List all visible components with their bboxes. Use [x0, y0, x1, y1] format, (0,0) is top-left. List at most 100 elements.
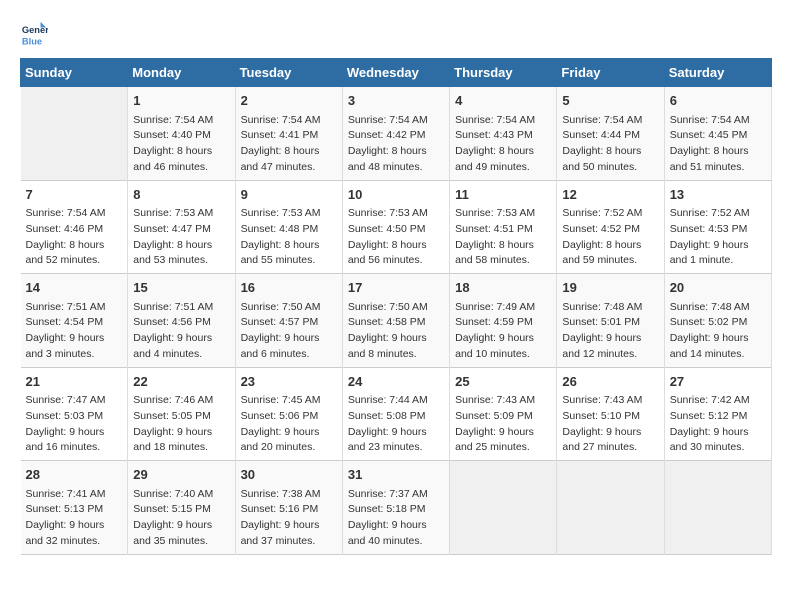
day-info: Sunrise: 7:53 AMSunset: 4:50 PMDaylight:…	[348, 206, 444, 269]
day-number: 12	[562, 185, 658, 205]
day-info: Sunrise: 7:50 AMSunset: 4:57 PMDaylight:…	[241, 300, 337, 363]
day-number: 6	[670, 91, 766, 111]
day-info: Sunrise: 7:44 AMSunset: 5:08 PMDaylight:…	[348, 393, 444, 456]
calendar-cell: 25Sunrise: 7:43 AMSunset: 5:09 PMDayligh…	[450, 367, 557, 461]
header-day-monday: Monday	[128, 59, 235, 87]
calendar-cell	[557, 461, 664, 555]
calendar-week-row: 14Sunrise: 7:51 AMSunset: 4:54 PMDayligh…	[21, 274, 772, 368]
header-day-sunday: Sunday	[21, 59, 128, 87]
calendar-cell	[664, 461, 771, 555]
calendar-cell: 12Sunrise: 7:52 AMSunset: 4:52 PMDayligh…	[557, 180, 664, 274]
calendar-cell: 15Sunrise: 7:51 AMSunset: 4:56 PMDayligh…	[128, 274, 235, 368]
day-info: Sunrise: 7:50 AMSunset: 4:58 PMDaylight:…	[348, 300, 444, 363]
day-info: Sunrise: 7:46 AMSunset: 5:05 PMDaylight:…	[133, 393, 229, 456]
day-number: 13	[670, 185, 766, 205]
header-day-saturday: Saturday	[664, 59, 771, 87]
day-number: 9	[241, 185, 337, 205]
calendar-cell	[450, 461, 557, 555]
day-info: Sunrise: 7:53 AMSunset: 4:47 PMDaylight:…	[133, 206, 229, 269]
day-number: 31	[348, 465, 444, 485]
calendar-cell: 17Sunrise: 7:50 AMSunset: 4:58 PMDayligh…	[342, 274, 449, 368]
day-info: Sunrise: 7:42 AMSunset: 5:12 PMDaylight:…	[670, 393, 766, 456]
day-number: 7	[26, 185, 123, 205]
calendar-cell: 16Sunrise: 7:50 AMSunset: 4:57 PMDayligh…	[235, 274, 342, 368]
day-number: 20	[670, 278, 766, 298]
day-number: 27	[670, 372, 766, 392]
day-number: 28	[26, 465, 123, 485]
calendar-cell: 23Sunrise: 7:45 AMSunset: 5:06 PMDayligh…	[235, 367, 342, 461]
header-day-friday: Friday	[557, 59, 664, 87]
calendar-week-row: 28Sunrise: 7:41 AMSunset: 5:13 PMDayligh…	[21, 461, 772, 555]
calendar-cell: 2Sunrise: 7:54 AMSunset: 4:41 PMDaylight…	[235, 87, 342, 181]
calendar-week-row: 7Sunrise: 7:54 AMSunset: 4:46 PMDaylight…	[21, 180, 772, 274]
calendar-cell: 1Sunrise: 7:54 AMSunset: 4:40 PMDaylight…	[128, 87, 235, 181]
calendar-cell: 27Sunrise: 7:42 AMSunset: 5:12 PMDayligh…	[664, 367, 771, 461]
header-day-thursday: Thursday	[450, 59, 557, 87]
calendar-cell: 18Sunrise: 7:49 AMSunset: 4:59 PMDayligh…	[450, 274, 557, 368]
day-number: 8	[133, 185, 229, 205]
day-info: Sunrise: 7:43 AMSunset: 5:09 PMDaylight:…	[455, 393, 551, 456]
day-info: Sunrise: 7:51 AMSunset: 4:54 PMDaylight:…	[26, 300, 123, 363]
day-info: Sunrise: 7:54 AMSunset: 4:40 PMDaylight:…	[133, 113, 229, 176]
day-number: 5	[562, 91, 658, 111]
calendar-cell: 14Sunrise: 7:51 AMSunset: 4:54 PMDayligh…	[21, 274, 128, 368]
day-info: Sunrise: 7:53 AMSunset: 4:51 PMDaylight:…	[455, 206, 551, 269]
day-info: Sunrise: 7:48 AMSunset: 5:02 PMDaylight:…	[670, 300, 766, 363]
day-info: Sunrise: 7:52 AMSunset: 4:52 PMDaylight:…	[562, 206, 658, 269]
day-number: 23	[241, 372, 337, 392]
calendar-cell: 24Sunrise: 7:44 AMSunset: 5:08 PMDayligh…	[342, 367, 449, 461]
calendar-table: SundayMondayTuesdayWednesdayThursdayFrid…	[20, 58, 772, 555]
day-number: 22	[133, 372, 229, 392]
day-number: 25	[455, 372, 551, 392]
day-info: Sunrise: 7:54 AMSunset: 4:46 PMDaylight:…	[26, 206, 123, 269]
day-info: Sunrise: 7:45 AMSunset: 5:06 PMDaylight:…	[241, 393, 337, 456]
logo-icon: General Blue	[20, 20, 48, 48]
page-header: General Blue	[20, 20, 772, 48]
logo: General Blue	[20, 20, 52, 48]
header-day-tuesday: Tuesday	[235, 59, 342, 87]
day-number: 17	[348, 278, 444, 298]
day-info: Sunrise: 7:47 AMSunset: 5:03 PMDaylight:…	[26, 393, 123, 456]
day-info: Sunrise: 7:52 AMSunset: 4:53 PMDaylight:…	[670, 206, 766, 269]
day-number: 18	[455, 278, 551, 298]
calendar-cell	[21, 87, 128, 181]
calendar-cell: 30Sunrise: 7:38 AMSunset: 5:16 PMDayligh…	[235, 461, 342, 555]
day-number: 21	[26, 372, 123, 392]
calendar-cell: 26Sunrise: 7:43 AMSunset: 5:10 PMDayligh…	[557, 367, 664, 461]
day-number: 2	[241, 91, 337, 111]
day-info: Sunrise: 7:43 AMSunset: 5:10 PMDaylight:…	[562, 393, 658, 456]
day-number: 15	[133, 278, 229, 298]
calendar-cell: 19Sunrise: 7:48 AMSunset: 5:01 PMDayligh…	[557, 274, 664, 368]
calendar-cell: 22Sunrise: 7:46 AMSunset: 5:05 PMDayligh…	[128, 367, 235, 461]
calendar-cell: 10Sunrise: 7:53 AMSunset: 4:50 PMDayligh…	[342, 180, 449, 274]
day-info: Sunrise: 7:54 AMSunset: 4:43 PMDaylight:…	[455, 113, 551, 176]
day-info: Sunrise: 7:37 AMSunset: 5:18 PMDaylight:…	[348, 487, 444, 550]
calendar-week-row: 21Sunrise: 7:47 AMSunset: 5:03 PMDayligh…	[21, 367, 772, 461]
header-day-wednesday: Wednesday	[342, 59, 449, 87]
calendar-cell: 4Sunrise: 7:54 AMSunset: 4:43 PMDaylight…	[450, 87, 557, 181]
day-number: 10	[348, 185, 444, 205]
day-number: 1	[133, 91, 229, 111]
day-number: 24	[348, 372, 444, 392]
day-info: Sunrise: 7:51 AMSunset: 4:56 PMDaylight:…	[133, 300, 229, 363]
day-info: Sunrise: 7:53 AMSunset: 4:48 PMDaylight:…	[241, 206, 337, 269]
day-info: Sunrise: 7:54 AMSunset: 4:42 PMDaylight:…	[348, 113, 444, 176]
day-info: Sunrise: 7:41 AMSunset: 5:13 PMDaylight:…	[26, 487, 123, 550]
day-number: 16	[241, 278, 337, 298]
day-info: Sunrise: 7:49 AMSunset: 4:59 PMDaylight:…	[455, 300, 551, 363]
calendar-cell: 11Sunrise: 7:53 AMSunset: 4:51 PMDayligh…	[450, 180, 557, 274]
day-number: 11	[455, 185, 551, 205]
day-info: Sunrise: 7:54 AMSunset: 4:45 PMDaylight:…	[670, 113, 766, 176]
day-number: 29	[133, 465, 229, 485]
calendar-week-row: 1Sunrise: 7:54 AMSunset: 4:40 PMDaylight…	[21, 87, 772, 181]
calendar-cell: 20Sunrise: 7:48 AMSunset: 5:02 PMDayligh…	[664, 274, 771, 368]
day-number: 30	[241, 465, 337, 485]
calendar-cell: 31Sunrise: 7:37 AMSunset: 5:18 PMDayligh…	[342, 461, 449, 555]
svg-text:Blue: Blue	[22, 36, 42, 46]
calendar-cell: 9Sunrise: 7:53 AMSunset: 4:48 PMDaylight…	[235, 180, 342, 274]
calendar-cell: 28Sunrise: 7:41 AMSunset: 5:13 PMDayligh…	[21, 461, 128, 555]
day-number: 26	[562, 372, 658, 392]
calendar-cell: 3Sunrise: 7:54 AMSunset: 4:42 PMDaylight…	[342, 87, 449, 181]
day-number: 19	[562, 278, 658, 298]
calendar-cell: 21Sunrise: 7:47 AMSunset: 5:03 PMDayligh…	[21, 367, 128, 461]
